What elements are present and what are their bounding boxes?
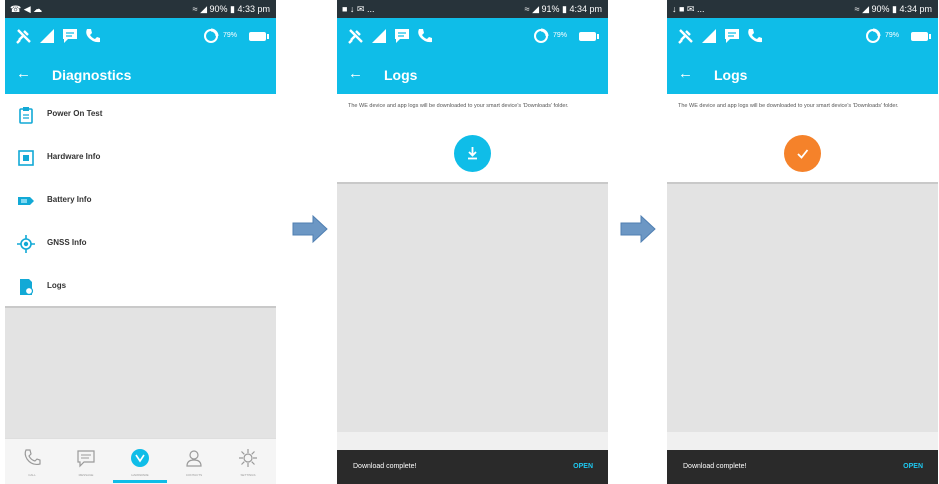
battery-percent: 79% xyxy=(553,32,568,39)
logs-screen-complete: ↓ ■ ✉ ... ≈ ◢ 90% ▮ 4:34 pm 79% ← Logs T… xyxy=(667,0,938,484)
chat-icon xyxy=(725,29,739,43)
battery-outline-icon xyxy=(579,32,599,41)
status-left: ■ ↓ ✉ ... xyxy=(342,4,375,14)
phone-icon xyxy=(748,29,762,43)
snackbar-open-button[interactable]: OPEN xyxy=(903,463,923,470)
status-bar: ☎ ◀ ☁ ≈ ◢ 90% ▮ 4:33 pm xyxy=(5,0,276,18)
device-status-header: 79% xyxy=(667,18,938,56)
signal-icon xyxy=(702,29,716,43)
flow-arrow-icon xyxy=(620,214,656,244)
menu-item-hardware-info[interactable]: Hardware Info xyxy=(5,137,276,180)
logs-icon xyxy=(20,279,34,296)
signal-icon xyxy=(40,29,54,43)
menu-item-label: Battery Info xyxy=(47,195,92,204)
menu-item-gnss-info[interactable]: GNSS Info xyxy=(5,223,276,266)
satellite-icon xyxy=(678,29,693,44)
phone-icon xyxy=(86,29,100,43)
battery-icon xyxy=(18,197,34,205)
battery-percent: 79% xyxy=(223,32,238,39)
battery-outline-icon xyxy=(911,32,931,41)
download-complete-button[interactable] xyxy=(784,135,821,172)
status-right: ≈ ◢ 91% ▮ 4:34 pm xyxy=(524,4,602,14)
snackbar: Download complete! OPEN xyxy=(337,450,608,484)
diagnostics-menu: Power On Test Hardware Info Battery Info… xyxy=(5,94,276,308)
snackbar: Download complete! OPEN xyxy=(667,450,938,484)
nav-label: SETTINGS xyxy=(240,473,256,477)
menu-item-logs[interactable]: Logs xyxy=(5,266,276,309)
phone-icon xyxy=(418,29,432,43)
status-bar: ■ ↓ ✉ ... ≈ ◢ 91% ▮ 4:34 pm xyxy=(337,0,608,18)
nav-active-indicator xyxy=(113,480,167,483)
satellite-icon xyxy=(348,29,363,44)
logs-description: The WE device and app logs will be downl… xyxy=(678,103,899,109)
back-arrow-icon[interactable]: ← xyxy=(348,65,363,82)
nav-item-contacts[interactable]: CONTACTS xyxy=(167,439,221,484)
menu-item-power-on-test[interactable]: Power On Test xyxy=(5,94,276,137)
nav-item-call[interactable]: CALL xyxy=(5,439,59,484)
contacts-icon xyxy=(186,450,202,467)
snackbar-text: Download complete! xyxy=(683,463,747,470)
menu-item-label: Power On Test xyxy=(47,109,103,118)
battery-outline-icon xyxy=(249,32,269,41)
nav-item-hardware[interactable]: HARDWARE xyxy=(113,439,167,484)
check-icon xyxy=(797,149,809,159)
app-bar: ← Logs xyxy=(667,56,938,94)
nav-label: CALL xyxy=(28,473,36,477)
device-status-header: 79% xyxy=(337,18,608,56)
status-right: ≈ ◢ 90% ▮ 4:34 pm xyxy=(854,4,932,14)
page-title: Logs xyxy=(384,67,418,83)
menu-item-label: GNSS Info xyxy=(47,238,87,247)
device-status-header: 79% xyxy=(5,18,276,56)
nav-item-message[interactable]: MESSAGE xyxy=(59,439,113,484)
status-left: ☎ ◀ ☁ xyxy=(10,4,43,14)
battery-level-icon xyxy=(204,28,219,43)
logs-description: The WE device and app logs will be downl… xyxy=(348,103,569,109)
download-icon xyxy=(468,147,477,160)
hardware-icon xyxy=(131,449,149,467)
satellite-icon xyxy=(16,29,31,44)
chip-icon xyxy=(18,150,34,166)
snackbar-text: Download complete! xyxy=(353,463,417,470)
page-title: Logs xyxy=(714,67,748,83)
app-bar: ← Logs xyxy=(337,56,608,94)
menu-item-label: Logs xyxy=(47,281,67,290)
diagnostics-screen: ☎ ◀ ☁ ≈ ◢ 90% ▮ 4:33 pm 79% ← Diagnostic… xyxy=(5,0,276,484)
message-icon xyxy=(77,450,95,468)
logs-panel: The WE device and app logs will be downl… xyxy=(667,94,938,184)
bottom-navigation-obscured xyxy=(337,432,608,452)
bottom-navigation: CALL MESSAGE HARDWARE CONTACTS SETTINGS xyxy=(5,438,276,484)
status-right: ≈ ◢ 90% ▮ 4:33 pm xyxy=(192,4,270,14)
status-left: ↓ ■ ✉ ... xyxy=(672,4,705,14)
nav-label: CONTACTS xyxy=(185,473,203,477)
chat-icon xyxy=(395,29,409,43)
nav-item-settings[interactable]: SETTINGS xyxy=(221,439,275,484)
app-bar: ← Diagnostics xyxy=(5,56,276,94)
bottom-navigation-obscured xyxy=(667,432,938,452)
flow-arrow-icon xyxy=(292,214,328,244)
back-arrow-icon[interactable]: ← xyxy=(16,65,31,82)
menu-item-battery-info[interactable]: Battery Info xyxy=(5,180,276,223)
back-arrow-icon[interactable]: ← xyxy=(678,65,693,82)
page-title: Diagnostics xyxy=(52,67,132,83)
download-button[interactable] xyxy=(454,135,491,172)
chat-icon xyxy=(63,29,77,43)
logs-panel: The WE device and app logs will be downl… xyxy=(337,94,608,184)
snackbar-open-button[interactable]: OPEN xyxy=(573,463,593,470)
menu-item-label: Hardware Info xyxy=(47,152,101,161)
phone-icon xyxy=(24,449,41,466)
battery-level-icon xyxy=(534,28,549,43)
nav-label: HARDWARE xyxy=(131,473,149,477)
clipboard-icon xyxy=(19,107,33,124)
nav-label: MESSAGE xyxy=(78,473,94,477)
settings-icon xyxy=(239,449,257,467)
battery-percent: 79% xyxy=(885,32,900,39)
signal-icon xyxy=(372,29,386,43)
logs-screen-download: ■ ↓ ✉ ... ≈ ◢ 91% ▮ 4:34 pm 79% ← Logs T… xyxy=(337,0,608,484)
battery-level-icon xyxy=(866,28,881,43)
gps-icon xyxy=(17,235,35,253)
status-bar: ↓ ■ ✉ ... ≈ ◢ 90% ▮ 4:34 pm xyxy=(667,0,938,18)
